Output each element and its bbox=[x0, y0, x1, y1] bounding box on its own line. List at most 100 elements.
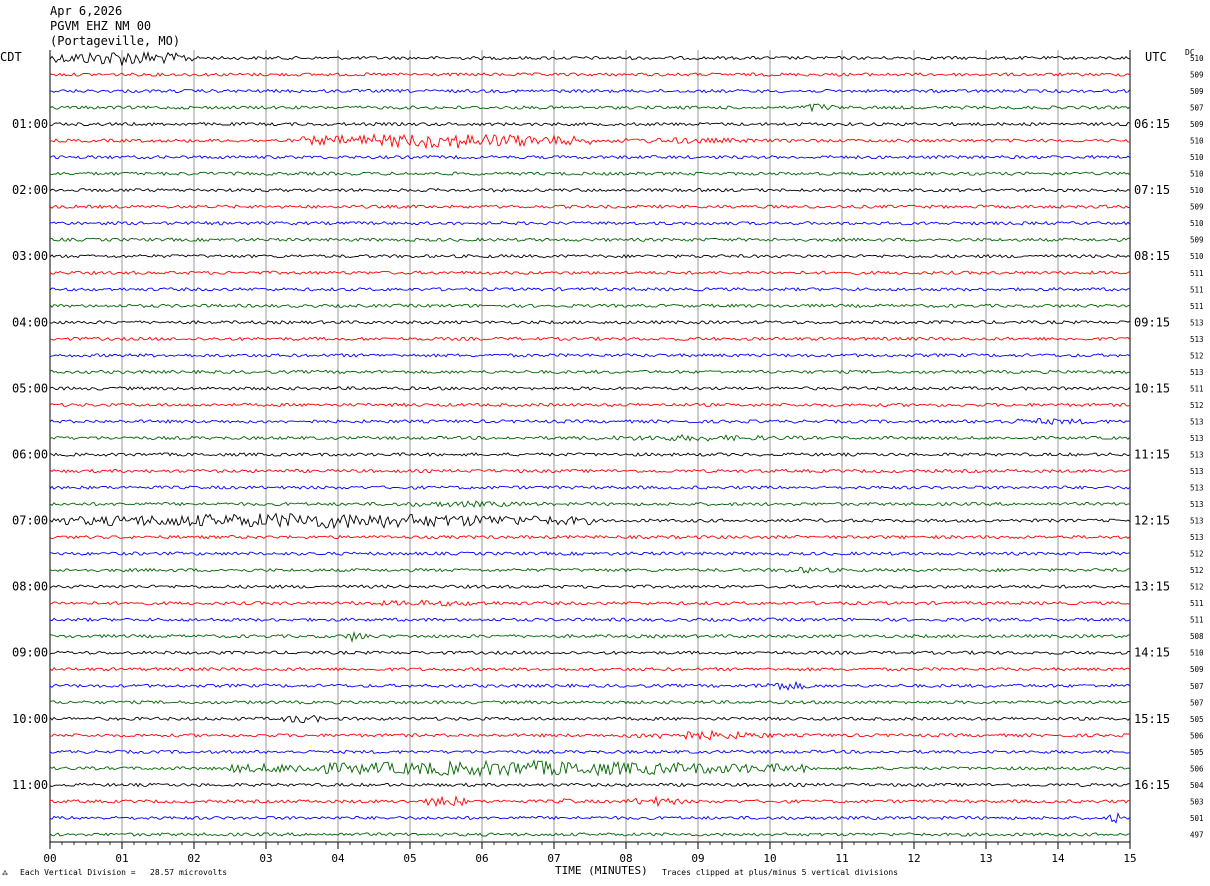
x-tick-label: 12 bbox=[907, 852, 920, 865]
x-tick-label: 10 bbox=[763, 852, 776, 865]
utc-hour-label: 10:15 bbox=[1134, 381, 1170, 395]
trace-row bbox=[49, 369, 1131, 375]
dc-value-label: 505 bbox=[1190, 715, 1204, 724]
dc-value-label: 509 bbox=[1190, 71, 1204, 80]
dc-value-label: 512 bbox=[1190, 401, 1204, 410]
dc-value-label: 506 bbox=[1190, 731, 1204, 740]
trace-row bbox=[49, 270, 1131, 276]
dc-value-label: 513 bbox=[1190, 500, 1204, 509]
dc-value-label: 513 bbox=[1190, 335, 1204, 344]
dc-value-label: 510 bbox=[1190, 219, 1204, 228]
dc-value-label: 509 bbox=[1190, 120, 1204, 129]
dc-value-label: 512 bbox=[1190, 351, 1204, 360]
trace-row bbox=[49, 759, 1131, 778]
dc-value-label: 505 bbox=[1190, 748, 1204, 757]
trace-row bbox=[49, 599, 1131, 607]
dc-value-label: 510 bbox=[1190, 153, 1204, 162]
dc-value-label: 512 bbox=[1190, 566, 1204, 575]
trace-row bbox=[49, 336, 1131, 342]
trace-row bbox=[49, 88, 1131, 94]
dc-value-label: 511 bbox=[1190, 302, 1204, 311]
trace-row bbox=[49, 353, 1131, 358]
trace-row bbox=[49, 832, 1131, 837]
dc-value-label: 511 bbox=[1190, 599, 1204, 608]
cdt-hour-label: 10:00 bbox=[12, 712, 48, 726]
x-tick-label: 11 bbox=[835, 852, 848, 865]
trace-row bbox=[49, 729, 1131, 741]
x-tick-label: 09 bbox=[691, 852, 704, 865]
utc-hour-label: 06:15 bbox=[1134, 117, 1170, 131]
utc-hour-label: 16:15 bbox=[1134, 778, 1170, 792]
trace-row bbox=[49, 72, 1131, 77]
cdt-hour-label: 09:00 bbox=[12, 646, 48, 660]
dc-value-label: 512 bbox=[1190, 550, 1204, 559]
dc-value-label: 510 bbox=[1190, 252, 1204, 261]
trace-row bbox=[49, 220, 1131, 226]
trace-row bbox=[49, 402, 1131, 408]
x-axis-title: TIME (MINUTES) bbox=[555, 864, 648, 877]
dc-value-label: 513 bbox=[1190, 533, 1204, 542]
dc-value-label: 512 bbox=[1190, 583, 1204, 592]
trace-row bbox=[49, 749, 1131, 755]
x-tick-label: 04 bbox=[331, 852, 345, 865]
trace-row bbox=[49, 551, 1131, 556]
cdt-hour-label: 04:00 bbox=[12, 315, 48, 329]
dc-value-label: 507 bbox=[1190, 682, 1204, 691]
trace-row bbox=[49, 468, 1131, 474]
dc-value-label: 513 bbox=[1190, 467, 1204, 476]
dc-value-label: 509 bbox=[1190, 87, 1204, 96]
trace-row bbox=[49, 714, 1131, 723]
seismogram-plot: 00 01 02 03 04 05 06 07 08 09 10 11 12 13 14 1551050950… bbox=[12, 50, 1204, 865]
trace-row bbox=[49, 584, 1131, 589]
cdt-hour-label: 11:00 bbox=[12, 778, 48, 792]
cdt-hour-label: 08:00 bbox=[12, 580, 48, 594]
x-tick-label: 05 bbox=[403, 852, 416, 865]
x-tick-label: 02 bbox=[187, 852, 200, 865]
trace-row bbox=[49, 103, 1131, 113]
utc-hour-label: 08:15 bbox=[1134, 249, 1170, 263]
dc-value-label: 513 bbox=[1190, 484, 1204, 493]
dc-value-label: 513 bbox=[1190, 417, 1204, 426]
cdt-hour-label: 03:00 bbox=[12, 249, 48, 263]
utc-hour-label: 15:15 bbox=[1134, 712, 1170, 726]
dc-value-label: 506 bbox=[1190, 764, 1204, 773]
cdt-hour-label: 07:00 bbox=[12, 514, 48, 528]
dc-value-label: 501 bbox=[1190, 814, 1204, 823]
trace-row bbox=[49, 631, 1131, 644]
dc-value-label: 513 bbox=[1190, 318, 1204, 327]
trace-row bbox=[49, 386, 1131, 391]
trace-row bbox=[49, 680, 1131, 691]
utc-hour-label: 09:15 bbox=[1134, 315, 1170, 329]
trace-row bbox=[49, 650, 1131, 655]
dc-value-label: 511 bbox=[1190, 384, 1204, 393]
trace-row bbox=[49, 237, 1131, 243]
dc-value-label: 504 bbox=[1190, 781, 1204, 790]
x-tick-label: 06 bbox=[475, 852, 488, 865]
trace-row bbox=[49, 699, 1131, 705]
dc-value-label: 513 bbox=[1190, 434, 1204, 443]
trace-row bbox=[49, 121, 1131, 127]
dc-value-label: 511 bbox=[1190, 616, 1204, 625]
trace-row bbox=[49, 485, 1131, 490]
cdt-hour-label: 01:00 bbox=[12, 117, 48, 131]
utc-hour-label: 07:15 bbox=[1134, 183, 1170, 197]
dc-value-label: 510 bbox=[1190, 54, 1204, 63]
trace-row bbox=[49, 303, 1131, 309]
dc-value-label: 507 bbox=[1190, 104, 1204, 113]
cdt-hour-label: 05:00 bbox=[12, 381, 48, 395]
trace-row bbox=[49, 417, 1131, 426]
trace-row bbox=[49, 154, 1131, 160]
utc-hour-label: 12:15 bbox=[1134, 514, 1170, 528]
trace-row bbox=[49, 286, 1131, 292]
dc-value-label: 513 bbox=[1190, 368, 1204, 377]
trace-row bbox=[49, 204, 1130, 210]
trace-row bbox=[49, 617, 1131, 623]
x-tick-label: 01 bbox=[115, 852, 128, 865]
dc-value-label: 508 bbox=[1190, 632, 1204, 641]
trace-row bbox=[49, 434, 1131, 442]
x-tick-label: 13 bbox=[979, 852, 992, 865]
trace-row bbox=[49, 253, 1131, 259]
cdt-hour-label: 06:00 bbox=[12, 447, 48, 461]
utc-hour-label: 13:15 bbox=[1134, 580, 1170, 594]
dc-value-label: 511 bbox=[1190, 285, 1204, 294]
